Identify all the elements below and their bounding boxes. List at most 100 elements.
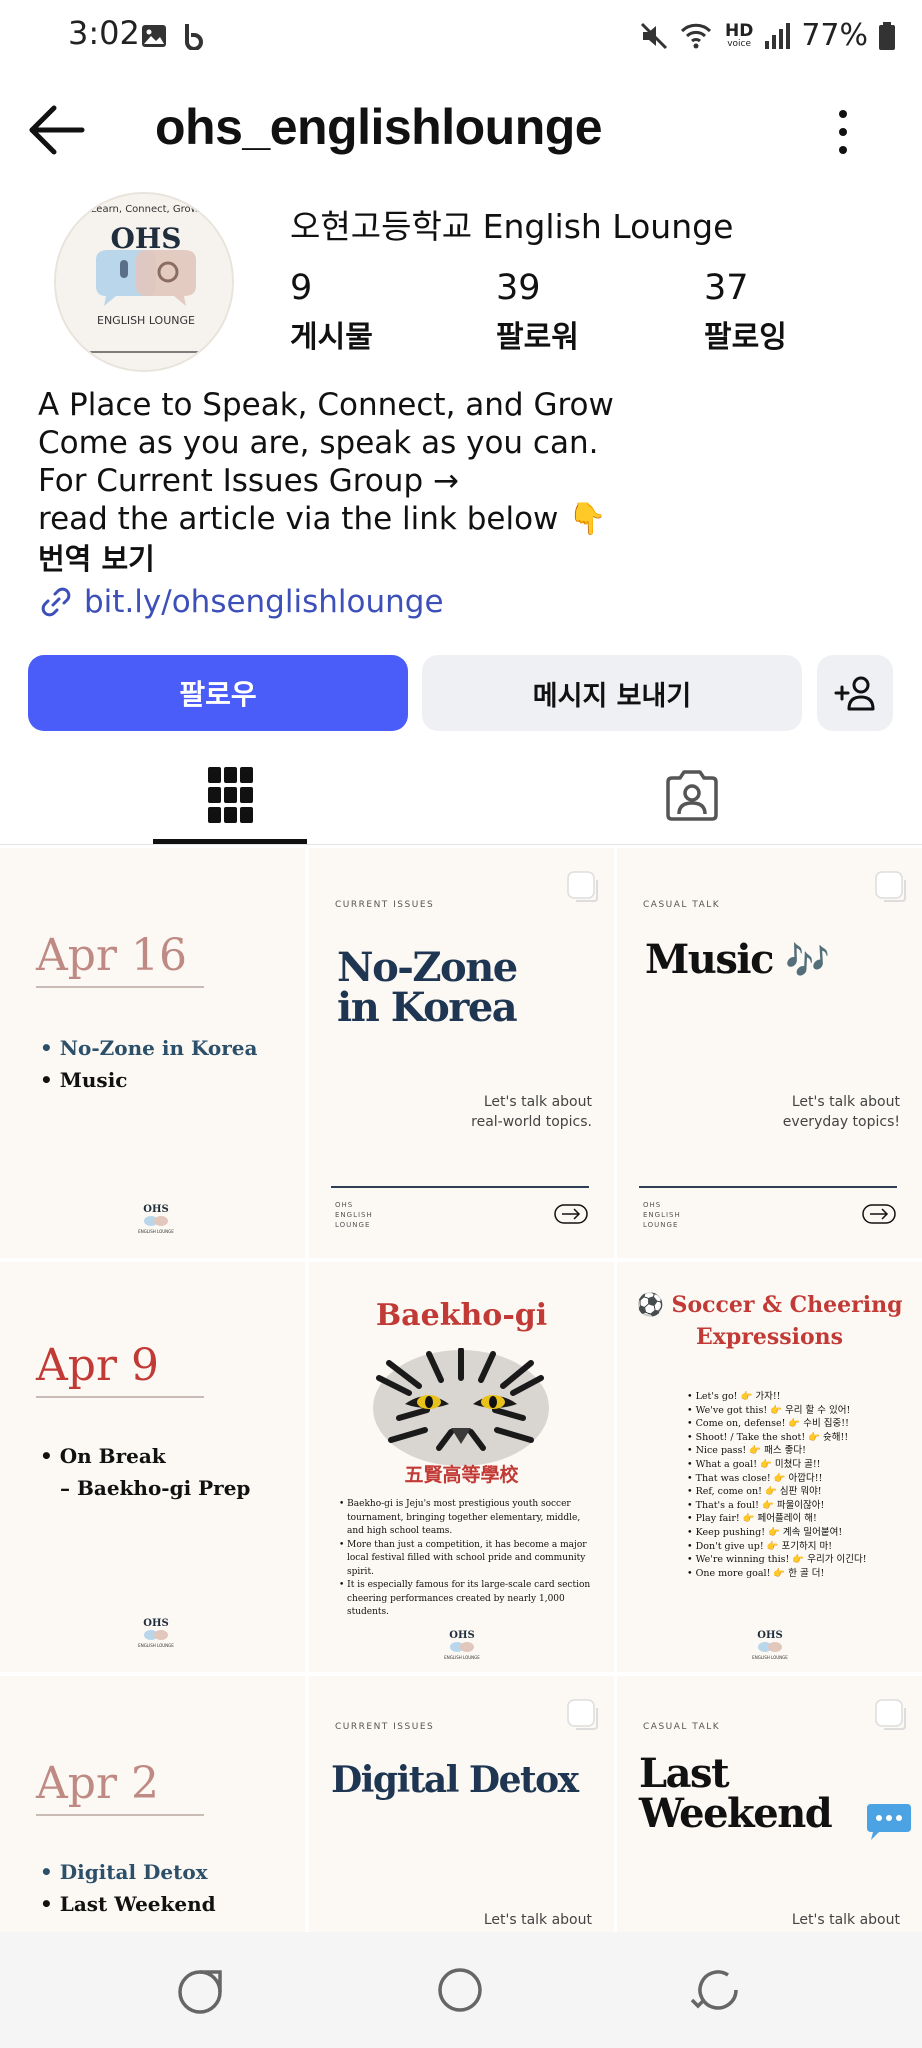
ohs-logo-icon: OHS ENGLISH LOUNGE: [444, 1630, 480, 1660]
bio-line: read the article via the link below 👇: [38, 501, 607, 537]
battery-percent: 77%: [801, 18, 868, 53]
post-bullet: • No-Zone in Korea: [40, 1036, 258, 1060]
status-notification-icons: [140, 22, 208, 50]
following-count-value: 37: [704, 268, 749, 308]
post-category: CURRENT ISSUES: [335, 900, 435, 910]
bio-line: For Current Issues Group →: [38, 463, 459, 499]
post-tile[interactable]: CURRENT ISSUES Digital Detox Let's talk …: [309, 1676, 614, 1932]
svg-text:OHS: OHS: [143, 1204, 168, 1215]
post-date-title: Apr 16: [36, 930, 187, 981]
divider: [639, 1186, 897, 1188]
bio-line: Come as you are, speak as you can.: [38, 425, 599, 461]
post-subtitle: Let's talk about: [791, 1912, 900, 1928]
svg-text:OHS: OHS: [757, 1630, 782, 1641]
hd-voice-indicator: HD voice: [724, 20, 754, 49]
avatar-top-text: Learn, Connect, Grow.: [91, 204, 201, 215]
post-title: No-Zone in Korea: [337, 944, 518, 1031]
home-icon[interactable]: [432, 1962, 488, 2018]
ohs-logo-icon: OHS ENGLISH LOUNGE: [752, 1630, 788, 1660]
post-date-title: Apr 2: [36, 1758, 159, 1809]
carousel-icon: [875, 1699, 906, 1730]
carousel-icon: [875, 871, 906, 902]
carousel-icon: [567, 871, 598, 902]
status-right-icons: HD voice 77%: [639, 18, 896, 53]
voice-label: voice: [727, 38, 752, 49]
divider: [36, 986, 204, 988]
svg-text:ENGLISH LOUNGE: ENGLISH LOUNGE: [138, 1643, 174, 1648]
followers-count-value: 39: [496, 268, 541, 308]
status-time: 3:02: [68, 14, 140, 52]
tiger-face-image: [369, 1348, 553, 1478]
post-body-text: • Let's go! 👉 가자!! • We've got this! 👉 우…: [687, 1391, 867, 1579]
speech-bubble-icon: [867, 1804, 911, 1840]
post-subtitle: Let's talk about everyday topics!: [782, 1094, 900, 1130]
b-app-notification-icon: [185, 24, 203, 50]
following-count-label: 팔로잉: [704, 320, 787, 355]
back-arrow-icon[interactable]: [26, 104, 88, 156]
profile-avatar[interactable]: Learn, Connect, Grow. OHS ENGLISH LOUNGE: [54, 192, 234, 372]
post-category: CURRENT ISSUES: [335, 1722, 435, 1732]
active-tab-indicator: [153, 839, 307, 844]
profile-display-name: 오현고등학교 English Lounge: [290, 207, 734, 246]
post-date-title: Apr 9: [36, 1340, 159, 1391]
follow-button[interactable]: 팔로우: [28, 655, 408, 731]
divider: [36, 1814, 204, 1816]
post-title: Music 🎶: [645, 936, 830, 983]
recents-icon[interactable]: [174, 1962, 230, 2018]
arrow-right-icon: [554, 1204, 588, 1224]
bio-link[interactable]: bit.ly/ohsenglishlounge: [38, 584, 898, 620]
post-tile[interactable]: Apr 9 • On Break – Baekho-gi Prep OHS EN…: [0, 1262, 305, 1672]
add-person-icon: [834, 676, 875, 711]
post-bullet: • Digital Detox: [40, 1860, 208, 1884]
brand-text: OHS ENGLISH LOUNGE: [643, 1201, 681, 1229]
posts-count-label: 게시물: [290, 320, 373, 355]
post-bullet: – Baekho-gi Prep: [60, 1476, 251, 1500]
divider: [331, 1186, 589, 1188]
profile-bio: A Place to Speak, Connect, and Grow Come…: [38, 386, 898, 620]
post-tile[interactable]: Apr 16 • No-Zone in Korea • Music OHS EN…: [0, 848, 305, 1258]
ohs-logo-icon: OHS ENGLISH LOUNGE: [138, 1618, 174, 1648]
post-subtitle: Let's talk about real-world topics.: [471, 1094, 592, 1130]
svg-text:OHS: OHS: [449, 1630, 474, 1641]
tab-posts-grid[interactable]: [0, 745, 461, 845]
system-navigation-bar: [0, 1932, 922, 2048]
mute-icon: [640, 22, 668, 49]
brand-text: OHS ENGLISH LOUNGE: [335, 1201, 373, 1229]
suggested-users-button[interactable]: [817, 655, 893, 731]
post-title: ⚽ Soccer & Cheering Expressions: [636, 1292, 903, 1350]
message-button[interactable]: 메시지 보내기: [422, 655, 802, 731]
post-tile[interactable]: CURRENT ISSUES No-Zone in Korea Let's ta…: [309, 848, 614, 1258]
tab-tagged[interactable]: [461, 745, 922, 845]
tagged-person-icon: [665, 770, 718, 821]
link-icon: [41, 587, 71, 617]
school-name-caption: 五賢高等學校: [404, 1464, 519, 1486]
profile-header: ohs_englishlounge: [0, 90, 922, 170]
post-bullet: • On Break: [40, 1444, 166, 1468]
post-tile[interactable]: Apr 2 • Digital Detox • Last Weekend: [0, 1676, 305, 1932]
post-tile[interactable]: Baekho-gi 五賢高等學校 • Baekho-gi is Jeju's m…: [309, 1262, 614, 1672]
followers-count[interactable]: 39 팔로워: [496, 268, 579, 356]
posts-count-value: 9: [290, 268, 313, 308]
post-tile[interactable]: ⚽ Soccer & Cheering Expressions • Let's …: [617, 1262, 922, 1672]
post-title: Last Weekend: [639, 1750, 833, 1837]
hd-label: HD: [724, 20, 754, 41]
post-tile[interactable]: CASUAL TALK Music 🎶 Let's talk about eve…: [617, 848, 922, 1258]
svg-text:OHS: OHS: [143, 1618, 168, 1629]
more-options-icon[interactable]: [826, 104, 860, 160]
post-tile[interactable]: CASUAL TALK Last Weekend Let's talk abou…: [617, 1676, 922, 1932]
posts-count[interactable]: 9 게시물: [290, 268, 373, 356]
divider: [36, 1396, 204, 1398]
avatar-bottom-text: ENGLISH LOUNGE: [97, 314, 195, 327]
post-title: Baekho-gi: [375, 1298, 548, 1333]
profile-tabs: [0, 745, 922, 845]
see-translation-link[interactable]: 번역 보기: [38, 538, 898, 580]
following-count[interactable]: 37 팔로잉: [704, 268, 787, 356]
ohs-logo-icon: OHS ENGLISH LOUNGE: [138, 1204, 174, 1234]
back-rotate-icon[interactable]: [690, 1962, 746, 2018]
gallery-notification-icon: [142, 25, 166, 47]
post-body-text: • Baekho-gi is Jeju's most prestigious y…: [339, 1499, 591, 1617]
svg-text:ENGLISH LOUNGE: ENGLISH LOUNGE: [138, 1229, 174, 1234]
post-bullet: • Last Weekend: [40, 1892, 216, 1916]
post-bullet: • Music: [40, 1068, 128, 1092]
profile-username: ohs_englishlounge: [155, 99, 603, 155]
